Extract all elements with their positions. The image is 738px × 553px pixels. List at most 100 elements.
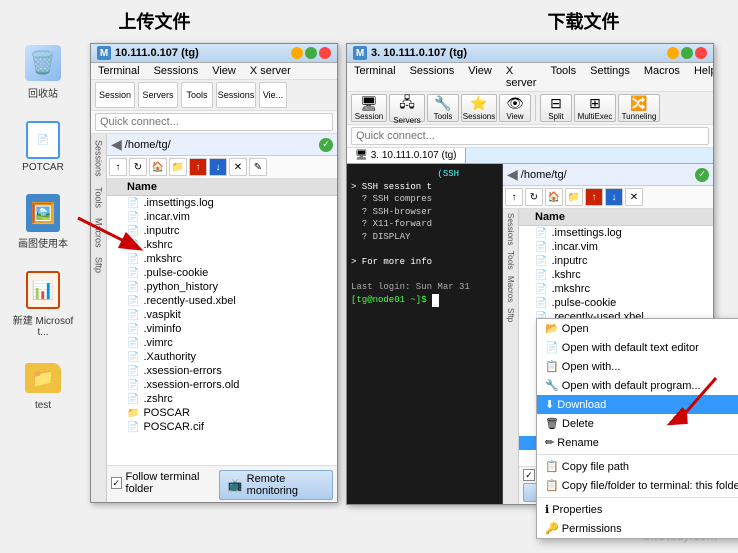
main-session-btn[interactable]: 🖥Session [351, 94, 387, 122]
right-terminal-pane[interactable]: (SSH > SSH session t ? SSH compres ? SSH… [347, 164, 502, 504]
file-item[interactable]: 📄 .imsettings.log [107, 196, 337, 210]
ctx-download[interactable]: ⬇ Download [537, 395, 738, 414]
file-item[interactable]: 📄 .recently-used.xbel [107, 294, 337, 308]
close-btn[interactable] [319, 47, 331, 59]
ctx-rename[interactable]: ✏ Rename [537, 433, 738, 452]
test-folder-icon[interactable]: 📁 test [8, 358, 78, 411]
tools-btn[interactable]: Tools [181, 82, 213, 108]
right-sftp-up-btn[interactable]: ↑ [505, 188, 523, 206]
remote-monitoring-btn[interactable]: 📺 Remote monitoring [219, 470, 333, 500]
file-item[interactable]: 📄 .vimrc [107, 336, 337, 350]
left-quick-connect-input[interactable] [95, 113, 333, 131]
right-menu-tools[interactable]: Tools [547, 64, 579, 90]
right-menu-terminal[interactable]: Terminal [351, 64, 399, 90]
ctx-delete[interactable]: 🗑 Delete [537, 414, 738, 433]
right-sftp-tab[interactable]: Sftp [506, 308, 515, 322]
right-sftp-upload2-btn[interactable]: ↑ [585, 188, 603, 206]
main-tools-btn[interactable]: 🔧Tools [427, 94, 459, 122]
file-item[interactable]: 📄 .viminfo [107, 322, 337, 336]
file-item[interactable]: 📄 .incar.vim [519, 240, 713, 254]
right-maximize-btn[interactable] [681, 47, 693, 59]
ctx-permissions[interactable]: 🔑 Permissions [537, 519, 738, 538]
sessions-tab[interactable]: Sessions [92, 138, 106, 179]
main-tunneling-btn[interactable]: 🔀Tunneling [618, 94, 660, 122]
right-minimize-btn[interactable] [667, 47, 679, 59]
ppt-icon[interactable]: 📊 新建 Microsoft... [8, 270, 78, 338]
right-sftp-download-btn[interactable]: ↓ [605, 188, 623, 206]
session-btn[interactable]: Session [95, 82, 135, 108]
right-sftp-newfolder-btn[interactable]: 📁 [565, 188, 583, 206]
sftp-rename-btn[interactable]: ✎ [249, 158, 267, 176]
menu-terminal[interactable]: Terminal [95, 64, 143, 78]
sftp-refresh-btn[interactable]: ↻ [129, 158, 147, 176]
menu-view[interactable]: View [209, 64, 239, 78]
ctx-open-with[interactable]: 📋 Open with... [537, 357, 738, 376]
right-menu-macros[interactable]: Macros [641, 64, 683, 90]
right-menu-view[interactable]: View [465, 64, 495, 90]
right-sftp-delete-btn[interactable]: ✕ [625, 188, 643, 206]
menu-sessions[interactable]: Sessions [151, 64, 202, 78]
right-macros-tab[interactable]: Macros [506, 276, 515, 302]
file-item[interactable]: 📄 .kshrc [107, 238, 337, 252]
view-btn[interactable]: Vie... [259, 82, 287, 108]
right-sftp-home-btn[interactable]: 🏠 [545, 188, 563, 206]
file-item[interactable]: 📄 .mkshrc [107, 252, 337, 266]
sftp-delete-btn[interactable]: ✕ [229, 158, 247, 176]
file-item[interactable]: 📄 .xsession-errors.old [107, 378, 337, 392]
poscar-file-item[interactable]: 📁 POSCAR [107, 406, 337, 420]
file-item[interactable]: 📄 .inputrc [519, 254, 713, 268]
minimize-btn[interactable] [291, 47, 303, 59]
ctx-properties[interactable]: ℹ Properties [537, 500, 738, 519]
file-item[interactable]: 📄 .imsettings.log [519, 226, 713, 240]
right-menu-settings[interactable]: Settings [587, 64, 633, 90]
file-item[interactable]: 📄 .vaspkit [107, 308, 337, 322]
file-item[interactable]: 📄 .xsession-errors [107, 364, 337, 378]
sftp-newfolder-btn[interactable]: 📁 [169, 158, 187, 176]
maximize-btn[interactable] [305, 47, 317, 59]
file-item[interactable]: 📄 .mkshrc [519, 282, 713, 296]
right-path-back-btn[interactable]: ◀ [507, 166, 518, 183]
ctx-copy-to-terminal[interactable]: 📋 Copy file/folder to terminal: this fol… [537, 476, 738, 495]
file-item[interactable]: 📄 .pulse-cookie [519, 296, 713, 310]
right-follow-checkbox[interactable]: ✓ [523, 469, 535, 481]
menu-xserver[interactable]: X server [247, 64, 294, 78]
file-item[interactable]: 📄 .incar.vim [107, 210, 337, 224]
main-view-btn[interactable]: 👁View [499, 94, 531, 122]
sftp-download-btn[interactable]: ↓ [209, 158, 227, 176]
file-item[interactable]: 📄 .kshrc [519, 268, 713, 282]
file-item[interactable]: 📄 .inputrc [107, 224, 337, 238]
file-item[interactable]: 📄 .python_history [107, 280, 337, 294]
sftp-upload-btn[interactable]: ↑ [189, 158, 207, 176]
right-menu-xserver[interactable]: X server [503, 64, 540, 90]
sftp-tab[interactable]: Sftp [92, 255, 106, 275]
ctx-open-default-program[interactable]: 🔧 Open with default program... [537, 376, 738, 395]
sessions-btn[interactable]: Sessions [216, 82, 256, 108]
main-servers-btn[interactable]: 🖧Servers [389, 94, 425, 122]
macros-tab[interactable]: Macros [92, 216, 106, 250]
left-file-list[interactable]: 📄 .imsettings.log 📄 .incar.vim 📄 .inputr… [107, 196, 337, 465]
path-back-btn[interactable]: ◀ [111, 136, 122, 153]
file-item[interactable]: 📄 .pulse-cookie [107, 266, 337, 280]
right-quick-connect-input[interactable] [351, 127, 709, 145]
right-sessions-tab[interactable]: Sessions [506, 213, 515, 245]
poscar-cif-file-item[interactable]: 📄 POSCAR.cif [107, 420, 337, 434]
ctx-copy-path[interactable]: 📋 Copy file path [537, 457, 738, 476]
right-menu-sessions[interactable]: Sessions [407, 64, 458, 90]
drawing-icon[interactable]: 🖼️ 画图使用本 [8, 193, 78, 250]
follow-folder-checkbox[interactable]: ✓ [111, 477, 122, 489]
sftp-up-btn[interactable]: ↑ [109, 158, 127, 176]
file-item[interactable]: 📄 .Xauthority [107, 350, 337, 364]
tools-tab[interactable]: Tools [92, 185, 106, 210]
right-tools-tab[interactable]: Tools [506, 251, 515, 270]
ctx-open[interactable]: 📂 Open [537, 319, 738, 338]
right-close-btn[interactable] [695, 47, 707, 59]
main-multiexec-btn[interactable]: ⊞MultiExec [574, 94, 616, 122]
recycle-bin-icon[interactable]: 🗑️ 回收站 [8, 43, 78, 100]
right-menu-help[interactable]: Help [691, 64, 714, 90]
potcar-icon[interactable]: 📄 POTCAR [8, 120, 78, 173]
tab-3-10111[interactable]: 🖥 3. 10.111.0.107 (tg) [347, 148, 466, 163]
main-sessions-btn[interactable]: ⭐Sessions [461, 94, 497, 122]
ctx-open-text-editor[interactable]: 📄 Open with default text editor [537, 338, 738, 357]
main-split-btn[interactable]: ⊟Split [540, 94, 572, 122]
file-item[interactable]: 📄 .zshrc [107, 392, 337, 406]
